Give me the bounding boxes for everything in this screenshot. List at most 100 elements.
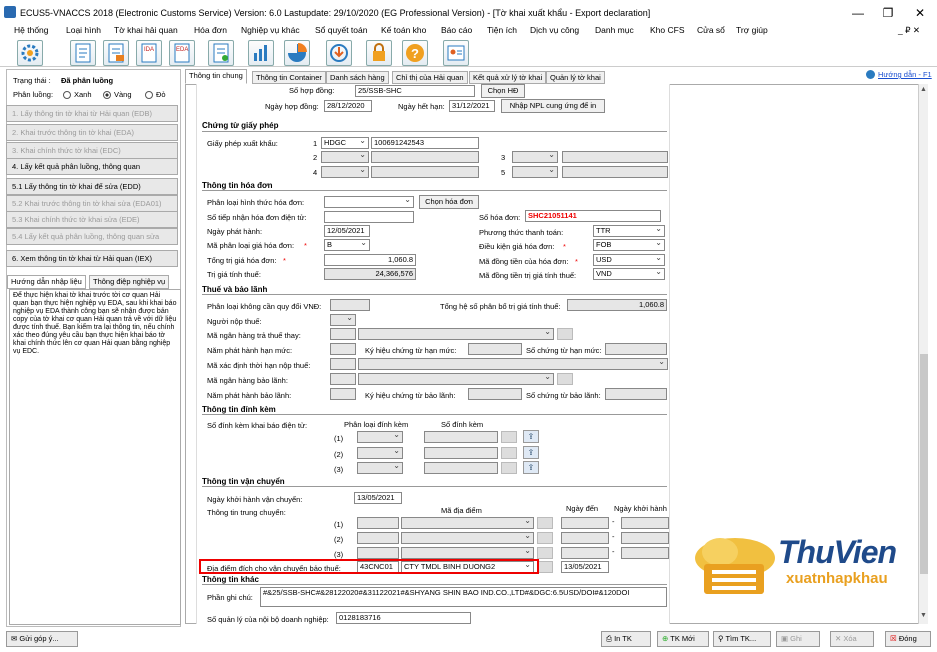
attach-number-2[interactable] — [424, 447, 498, 459]
internal-id-field[interactable]: 0128183716 — [336, 612, 471, 624]
step-edc-button[interactable]: 3. Khai chính thức tờ khai (EDC) — [6, 142, 178, 159]
limit-doc-number-field[interactable] — [605, 343, 667, 355]
step-edd-button[interactable]: 5.1 Lấy thông tin tờ khai để sửa (EDD) — [6, 178, 178, 195]
destination-date-field[interactable]: 13/05/2021 — [561, 561, 609, 573]
menu-nghiep-vu[interactable]: Nghiệp vụ khác — [241, 25, 300, 35]
guarantee-bank-select[interactable] — [358, 373, 554, 385]
tab-container-info[interactable]: Thông tin Container — [252, 71, 326, 84]
attach-upload-icon-2[interactable]: ⇪ — [523, 446, 539, 459]
transit-arrival-2[interactable] — [561, 532, 609, 544]
price-type-select[interactable]: B — [324, 239, 370, 251]
menu-cua-so[interactable]: Cửa sổ — [697, 25, 725, 35]
contract-number-field[interactable]: 25/SSB-SHC — [355, 85, 475, 97]
close-form-button[interactable]: ☒ Đóng — [885, 631, 931, 647]
attach-number-1[interactable] — [424, 431, 498, 443]
permit-number-5[interactable] — [562, 166, 668, 178]
help-link[interactable]: Hướng dẫn - F1 — [878, 70, 932, 79]
no-conversion-field[interactable] — [330, 299, 370, 311]
transit-departure-3[interactable] — [621, 547, 669, 559]
menu-tro-giup[interactable]: Trợ giúp — [736, 25, 768, 35]
permit-number-2[interactable] — [371, 151, 479, 163]
tab-goods-list[interactable]: Danh sách hàng — [326, 71, 389, 84]
menu-so-quyet-toan[interactable]: Sổ quyết toán — [315, 25, 367, 35]
menu-loai-hinh[interactable]: Loại hình — [66, 25, 101, 35]
bank-code-field[interactable] — [330, 328, 356, 340]
deadline-code-field[interactable] — [330, 358, 356, 370]
taxable-currency-select[interactable]: VND — [593, 268, 665, 280]
attach-type-2[interactable] — [357, 447, 403, 459]
user-card-icon[interactable] — [443, 40, 469, 66]
tab-business-message[interactable]: Thông điệp nghiệp vụ — [89, 275, 170, 289]
permit-number-4[interactable] — [371, 166, 479, 178]
transit-arrival-3[interactable] — [561, 547, 609, 559]
lock-icon[interactable] — [366, 40, 392, 66]
help-icon[interactable]: ? — [402, 40, 428, 66]
lane-red-radio[interactable] — [145, 91, 153, 99]
step-edb-button[interactable]: 1. Lấy thông tin tờ khai từ Hải quan (ED… — [6, 105, 178, 122]
issue-date-field[interactable]: 12/05/2021 — [324, 225, 370, 237]
maximize-button[interactable]: ❐ — [876, 4, 900, 22]
document-edit-icon[interactable] — [103, 40, 129, 66]
delivery-terms-select[interactable]: FOB — [593, 239, 665, 251]
menu-ke-toan-kho[interactable]: Kế toán kho — [381, 25, 426, 35]
vertical-scrollbar[interactable]: ▲ ▼ — [918, 84, 928, 624]
print-button[interactable]: ⎙ In TK — [601, 631, 651, 647]
tab-general-info[interactable]: Thông tin chung — [185, 69, 247, 84]
permit-type-3[interactable] — [512, 151, 558, 163]
guarantee-symbol-field[interactable] — [468, 388, 522, 400]
new-declaration-button[interactable]: ⊕ TK Mới — [657, 631, 709, 647]
tab-customs-instructions[interactable]: Chỉ thị của Hải quan — [392, 71, 468, 84]
tab-input-guide[interactable]: Hướng dẫn nhập liệu — [7, 275, 86, 289]
e-invoice-receipt-field[interactable] — [324, 211, 414, 223]
step-iex-button[interactable]: 6. Xem thông tin tờ khai từ Hải quan (IE… — [6, 250, 178, 267]
step-eda01-button[interactable]: 5.2 Khai trước thông tin tờ khai sửa (ED… — [6, 195, 178, 212]
tab-processing-result[interactable]: Kết quả xử lý tờ khai — [469, 71, 547, 84]
step-ede-button[interactable]: 5.3 Khai chính thức tờ khai sửa (EDE) — [6, 211, 178, 228]
guarantee-year-field[interactable] — [330, 388, 356, 400]
transit-code-2[interactable] — [357, 532, 399, 544]
transit-departure-1[interactable] — [621, 517, 669, 529]
minimize-button[interactable]: — — [846, 4, 870, 22]
transit-arrival-1[interactable] — [561, 517, 609, 529]
attach-type-1[interactable] — [357, 431, 403, 443]
menu-kho-cfs[interactable]: Kho CFS — [650, 25, 685, 35]
tab-declaration-management[interactable]: Quản lý tờ khai — [546, 71, 605, 84]
eda-icon[interactable]: EDA — [169, 40, 195, 66]
close-button[interactable]: ✕ — [908, 4, 932, 22]
menu-tien-ich[interactable]: Tiện ích — [487, 25, 517, 35]
ida-icon[interactable]: IDA — [136, 40, 162, 66]
permit-number-3[interactable] — [562, 151, 668, 163]
invoice-currency-select[interactable]: USD — [593, 254, 665, 266]
permit-type-1[interactable]: HDGC — [321, 137, 369, 149]
bank-name-select[interactable] — [358, 328, 554, 340]
guarantee-bank-field[interactable] — [330, 373, 356, 385]
scroll-up-icon[interactable]: ▲ — [920, 86, 927, 93]
deadline-code-select[interactable] — [358, 358, 668, 370]
invoice-icon[interactable] — [208, 40, 234, 66]
invoice-total-field[interactable]: 1,060.8 — [324, 254, 416, 266]
transit-code-1[interactable] — [357, 517, 399, 529]
save-button[interactable]: ▣ Ghi — [776, 631, 820, 647]
scroll-thumb[interactable] — [920, 354, 928, 574]
choose-contract-button[interactable]: Chọn HĐ — [481, 84, 525, 98]
invoice-form-select[interactable] — [324, 196, 414, 208]
menu-he-thong[interactable]: Hệ thống — [14, 25, 49, 35]
attach-upload-icon-3[interactable]: ⇪ — [523, 461, 539, 474]
departure-date-field[interactable]: 13/05/2021 — [354, 492, 402, 504]
scroll-down-icon[interactable]: ▼ — [920, 612, 927, 619]
lane-green-radio[interactable] — [63, 91, 71, 99]
limit-symbol-field[interactable] — [468, 343, 522, 355]
attach-upload-icon-1[interactable]: ⇪ — [523, 430, 539, 443]
delete-button[interactable]: ✕ Xóa — [830, 631, 874, 647]
step-result-amend-button[interactable]: 5.4 Lấy kết quả phân luồng, thông quan s… — [6, 228, 178, 245]
expiry-date-field[interactable]: 31/12/2021 — [449, 100, 495, 112]
search-button[interactable]: ⚲ Tìm TK... — [713, 631, 771, 647]
pie-chart-icon[interactable] — [284, 40, 310, 66]
step-result-button[interactable]: 4. Lấy kết quả phân luồng, thông quan — [6, 158, 178, 175]
download-icon[interactable] — [326, 40, 352, 66]
payment-method-select[interactable]: TTR — [593, 225, 665, 237]
menu-danh-muc[interactable]: Danh mục — [595, 25, 634, 35]
permit-type-4[interactable] — [321, 166, 369, 178]
permit-type-5[interactable] — [512, 166, 558, 178]
settings-icon[interactable] — [17, 40, 43, 66]
